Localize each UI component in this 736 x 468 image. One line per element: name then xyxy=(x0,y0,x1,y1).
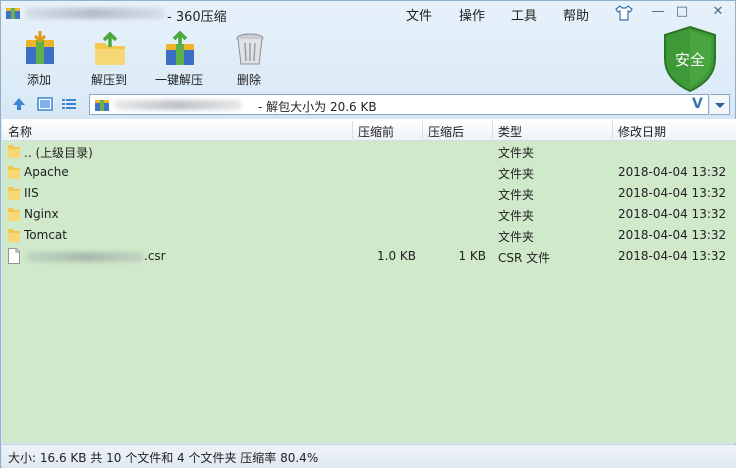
check-v-icon[interactable]: V xyxy=(692,96,703,112)
list-item[interactable]: .csr 1.0 KB 1 KB CSR 文件 2018-04-04 13:32 xyxy=(2,246,736,267)
delete-button[interactable]: 删除 xyxy=(219,31,279,89)
skin-shirt-icon[interactable] xyxy=(615,5,633,21)
file-name: .. (上级目录) xyxy=(24,146,93,160)
folder-icon xyxy=(8,229,20,242)
one-click-extract-icon xyxy=(166,31,194,65)
folder-icon xyxy=(8,187,20,200)
col-type[interactable]: 类型 xyxy=(498,123,522,140)
extract-to-button[interactable]: 解压到 xyxy=(79,31,139,89)
address-row: - 解包大小为 20.6 KB V xyxy=(1,93,735,117)
file-type: 文件夹 xyxy=(498,146,535,160)
one-click-extract-label: 一键解压 xyxy=(154,73,203,87)
title-bar: - 360压缩 文件 操作 工具 帮助 — □ ✕ xyxy=(1,1,735,27)
file-size-before: 1.0 KB xyxy=(377,249,416,263)
col-divider[interactable] xyxy=(612,121,613,139)
trash-bin-icon xyxy=(236,33,264,65)
one-click-extract-button[interactable]: 一键解压 xyxy=(149,31,209,89)
maximize-button[interactable]: □ xyxy=(671,4,693,20)
file-modified: 2018-04-04 13:32 xyxy=(618,186,727,200)
col-name[interactable]: 名称 xyxy=(8,123,32,140)
list-item[interactable]: IIS 文件夹 2018-04-04 13:32 xyxy=(2,183,736,204)
blurred-filename xyxy=(26,252,144,262)
add-button[interactable]: 添加 xyxy=(9,31,69,89)
folder-icon xyxy=(8,208,20,221)
up-arrow-icon[interactable] xyxy=(11,96,27,112)
file-name: .csr xyxy=(144,249,166,263)
address-bar[interactable]: - 解包大小为 20.6 KB V xyxy=(89,94,709,115)
file-type: CSR 文件 xyxy=(498,251,551,265)
list-header: 名称 压缩前 压缩后 类型 修改日期 xyxy=(2,119,736,141)
file-type: 文件夹 xyxy=(498,230,535,244)
col-before[interactable]: 压缩前 xyxy=(358,123,394,140)
unpack-size-text: - 解包大小为 20.6 KB xyxy=(258,100,377,114)
blurred-archive-path xyxy=(114,100,242,110)
col-divider[interactable] xyxy=(492,121,493,139)
status-bar: 大小: 16.6 KB 共 10 个文件和 4 个文件夹 压缩率 80.4% xyxy=(2,444,736,468)
file-modified: 2018-04-04 13:32 xyxy=(618,165,727,179)
status-text: 大小: 16.6 KB 共 10 个文件和 4 个文件夹 压缩率 80.4% xyxy=(8,451,319,465)
file-modified: 2018-04-04 13:32 xyxy=(618,228,727,242)
menu-operate[interactable]: 操作 xyxy=(459,5,485,24)
blurred-filename xyxy=(25,8,165,19)
security-shield-icon[interactable]: 安全 xyxy=(661,25,719,93)
list-rows: .. (上级目录) 文件夹 Apache 文件夹 2018-04-04 13:3… xyxy=(2,141,736,267)
menu-file[interactable]: 文件 xyxy=(406,5,432,24)
file-name: IIS xyxy=(24,186,39,200)
menu-tools[interactable]: 工具 xyxy=(511,5,537,24)
list-item[interactable]: Nginx 文件夹 2018-04-04 13:32 xyxy=(2,204,736,225)
list-item[interactable]: Tomcat 文件夹 2018-04-04 13:32 xyxy=(2,225,736,246)
file-list: 名称 压缩前 压缩后 类型 修改日期 .. (上级目录) 文件夹 Apache … xyxy=(2,119,736,443)
archive-file-icon xyxy=(95,100,109,111)
list-item[interactable]: Apache 文件夹 2018-04-04 13:32 xyxy=(2,162,736,183)
file-name: Apache xyxy=(24,165,69,179)
col-modified[interactable]: 修改日期 xyxy=(618,123,666,140)
col-divider[interactable] xyxy=(422,121,423,139)
file-type: 文件夹 xyxy=(498,167,535,181)
app-window: - 360压缩 文件 操作 工具 帮助 — □ ✕ 添加 解压到 一键解压 删除… xyxy=(0,0,736,468)
window-title: - 360压缩 xyxy=(167,10,227,25)
folder-icon xyxy=(8,166,20,179)
col-after[interactable]: 压缩后 xyxy=(428,123,464,140)
file-modified: 2018-04-04 13:32 xyxy=(618,207,727,221)
folder-icon xyxy=(8,145,20,158)
file-type: 文件夹 xyxy=(498,188,535,202)
delete-label: 删除 xyxy=(236,73,261,87)
file-modified: 2018-04-04 13:32 xyxy=(618,249,727,263)
security-badge-text: 安全 xyxy=(675,51,705,69)
col-divider[interactable] xyxy=(352,121,353,139)
extract-to-label: 解压到 xyxy=(90,73,127,87)
thumbnail-view-icon[interactable] xyxy=(37,97,53,111)
close-button[interactable]: ✕ xyxy=(707,4,729,20)
add-label: 添加 xyxy=(26,73,51,87)
file-type: 文件夹 xyxy=(498,209,535,223)
menu-help[interactable]: 帮助 xyxy=(563,5,589,24)
file-name: Tomcat xyxy=(24,228,67,242)
file-icon xyxy=(8,248,20,264)
archive-app-icon xyxy=(6,8,20,19)
minimize-button[interactable]: — xyxy=(647,4,669,20)
file-size-after: 1 KB xyxy=(458,249,486,263)
add-archive-icon xyxy=(26,31,54,64)
file-name: Nginx xyxy=(24,207,59,221)
list-item[interactable]: .. (上级目录) 文件夹 xyxy=(2,141,736,162)
extract-folder-icon xyxy=(95,31,125,65)
list-view-icon[interactable] xyxy=(61,97,77,111)
address-dropdown-button[interactable] xyxy=(710,94,730,115)
